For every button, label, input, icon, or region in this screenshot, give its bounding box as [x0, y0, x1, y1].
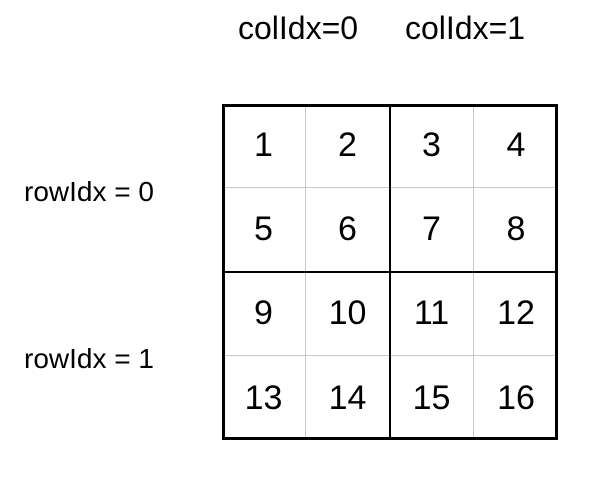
grid-cell: 16	[497, 378, 535, 417]
grid-cell: 12	[474, 272, 558, 356]
grid-cell: 1	[222, 104, 306, 188]
column-label-0: colIdx=0	[238, 10, 359, 46]
grid-cell: 10	[306, 272, 390, 356]
grid-cell: 15	[390, 356, 474, 440]
grid-cell: 9	[222, 272, 306, 356]
grid-cell: 11	[390, 272, 474, 356]
grid-cell: 13	[222, 356, 306, 440]
grid-cell: 8	[474, 188, 558, 272]
grid-cell: 7	[390, 188, 474, 272]
row-label-0: rowIdx = 0	[24, 176, 154, 207]
number-grid: 1 2 3 4 5 6 7 8 9 10 11 12 13 14 15 16	[222, 104, 558, 440]
grid-cell: 4	[474, 104, 558, 188]
grid-cell: 6	[306, 188, 390, 272]
column-label-1: colIdx=1	[405, 10, 526, 46]
grid-cell: 14	[306, 356, 390, 440]
row-label-1: rowIdx = 1	[24, 343, 154, 374]
grid-cell: 3	[390, 104, 474, 188]
grid-cell: 2	[306, 104, 390, 188]
grid-cell: 5	[222, 188, 306, 272]
